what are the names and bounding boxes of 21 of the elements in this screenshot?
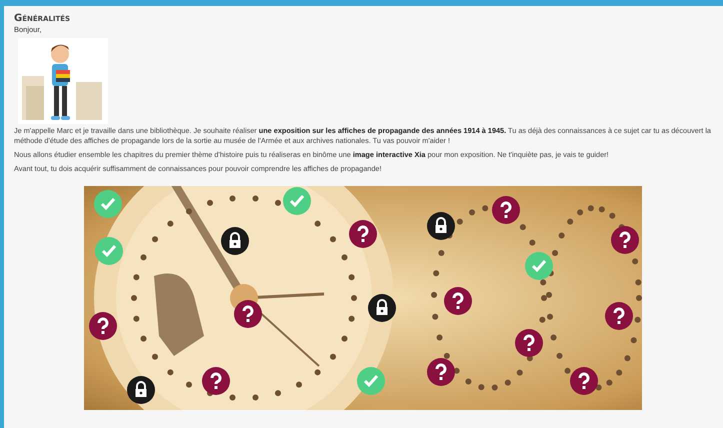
question-marker-icon[interactable] [88, 312, 117, 340]
question-marker-icon[interactable] [427, 358, 456, 386]
question-marker-icon[interactable] [570, 366, 598, 395]
check-marker-icon[interactable] [94, 190, 122, 218]
check-marker-icon[interactable] [95, 236, 124, 265]
padlock-marker-icon[interactable] [368, 294, 396, 322]
padlock-marker-icon[interactable] [126, 376, 155, 404]
padlock-marker-icon[interactable] [221, 227, 250, 256]
check-marker-icon[interactable] [283, 187, 312, 215]
section-title: Généralités [14, 13, 72, 24]
question-marker-icon[interactable] [202, 366, 230, 395]
padlock-marker-icon[interactable] [427, 212, 456, 240]
question-marker-icon[interactable] [492, 196, 520, 224]
question-marker-icon[interactable] [444, 286, 472, 315]
question-marker-icon[interactable] [349, 220, 377, 248]
question-marker-icon[interactable] [611, 226, 640, 254]
question-marker-icon[interactable] [234, 300, 262, 328]
question-marker-icon[interactable] [605, 302, 634, 330]
check-marker-icon[interactable] [356, 366, 385, 395]
question-marker-icon[interactable] [514, 328, 543, 357]
check-marker-icon[interactable] [524, 252, 553, 280]
